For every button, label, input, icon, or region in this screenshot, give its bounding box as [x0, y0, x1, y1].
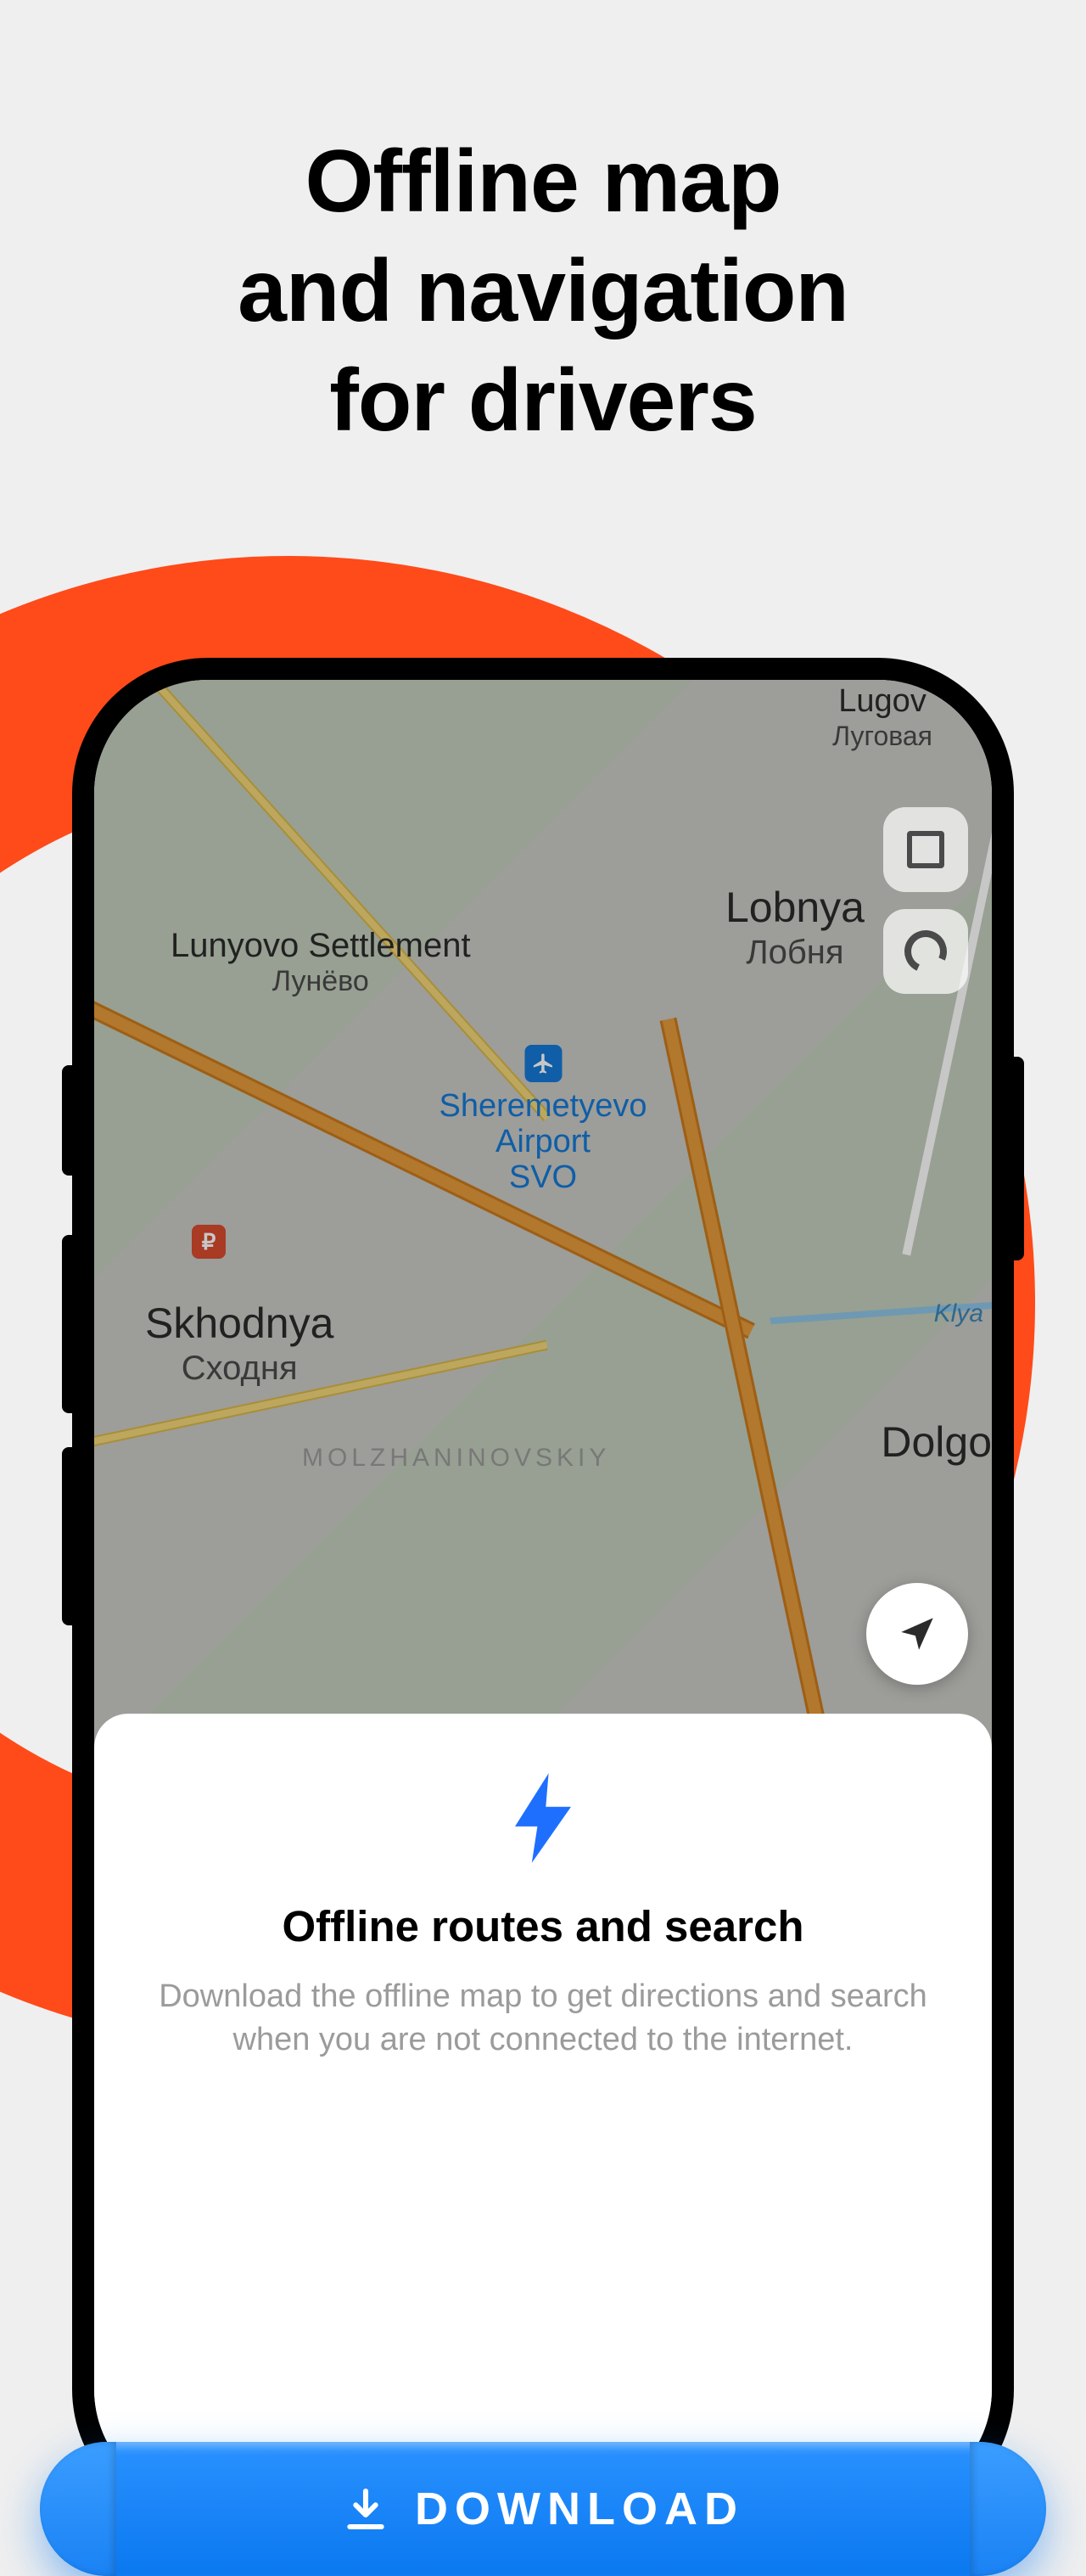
phone-frame: Klya ₽ Lugov Луговая Lunyovo Settlement …: [72, 658, 1014, 2525]
sheet-title: Offline routes and search: [145, 1901, 941, 1951]
phone-screen: Klya ₽ Lugov Луговая Lunyovo Settlement …: [94, 680, 992, 2503]
button-cap: [40, 2442, 116, 2576]
compass-icon: [898, 924, 953, 979]
button-cap: [970, 2442, 1046, 2576]
map-compass-button[interactable]: [883, 909, 968, 994]
offline-sheet: Offline routes and search Download the o…: [94, 1714, 992, 2503]
lightning-bolt-icon: [515, 1773, 571, 1863]
headline-line-1: Offline map: [0, 127, 1086, 237]
headline-line-2: and navigation: [0, 237, 1086, 346]
phone-side-button: [62, 1065, 72, 1176]
phone-side-button: [62, 1235, 72, 1413]
download-button-label: DOWNLOAD: [415, 2483, 744, 2535]
map-layers-button[interactable]: [883, 807, 968, 892]
headline: Offline map and navigation for drivers: [0, 127, 1086, 456]
my-location-button[interactable]: [866, 1583, 968, 1685]
headline-line-3: for drivers: [0, 346, 1086, 456]
phone-side-button: [1014, 1057, 1024, 1260]
download-icon: [342, 2485, 389, 2533]
layers-icon: [907, 831, 944, 868]
location-arrow-icon: [896, 1613, 938, 1655]
download-button[interactable]: DOWNLOAD: [40, 2442, 1046, 2576]
phone-side-button: [62, 1447, 72, 1625]
sheet-description: Download the offline map to get directio…: [145, 1975, 941, 2062]
